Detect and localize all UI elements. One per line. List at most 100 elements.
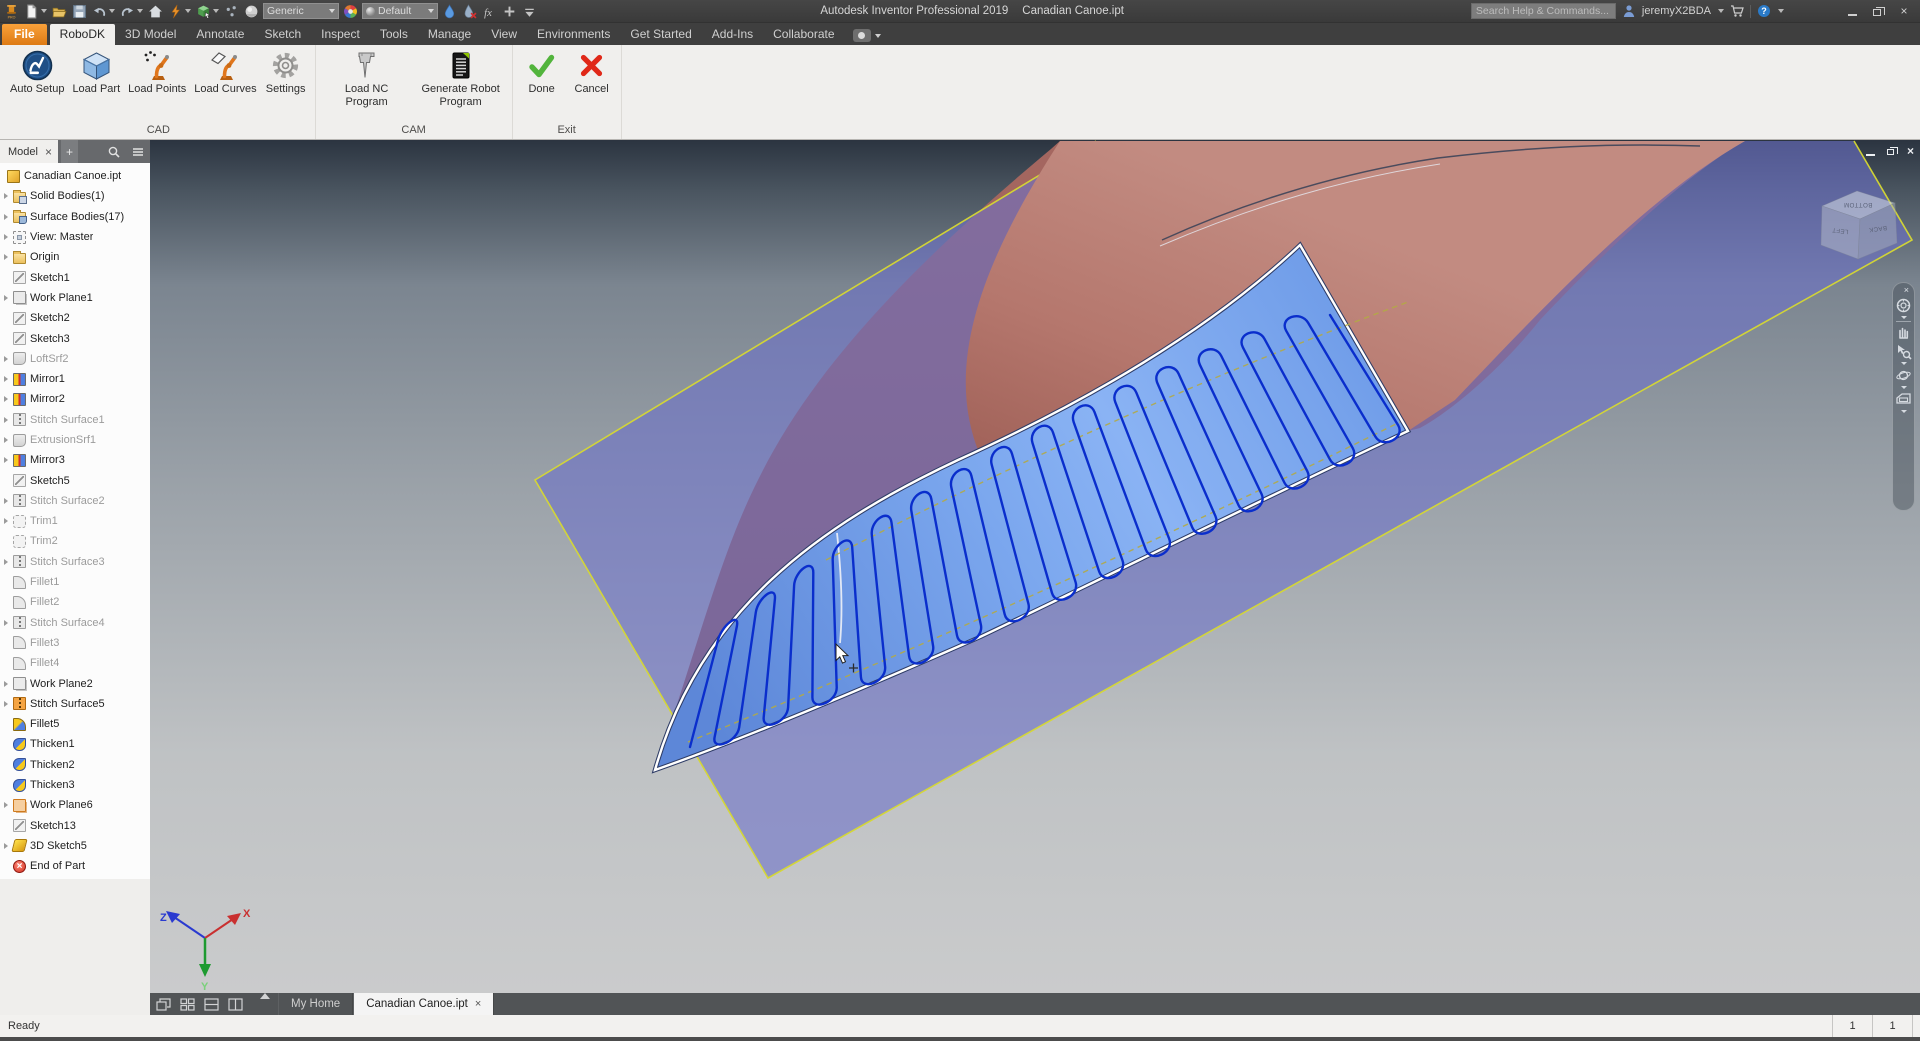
generate-robot-program-button[interactable]: Generate Robot Program	[414, 46, 508, 123]
browser-menu-icon[interactable]	[126, 140, 150, 163]
tree-item-sketch2[interactable]: Sketch2	[0, 308, 150, 328]
tree-item-work-plane6[interactable]: Work Plane6	[0, 795, 150, 815]
expand-icon[interactable]	[4, 376, 13, 382]
expand-icon[interactable]	[4, 457, 13, 463]
collapse-tab-bar-icon[interactable]	[260, 993, 270, 999]
expand-icon[interactable]	[4, 417, 13, 423]
doc-restore-button[interactable]	[1885, 147, 1896, 155]
browser-tab-model[interactable]: Model ×	[0, 140, 58, 163]
tree-item-stitch-surface4[interactable]: Stitch Surface4	[0, 613, 150, 633]
select-cube-icon[interactable]	[195, 3, 220, 20]
tree-item-stitch-surface3[interactable]: Stitch Surface3	[0, 552, 150, 572]
expand-icon[interactable]	[4, 681, 13, 687]
navbar-close-icon[interactable]: ×	[1904, 286, 1909, 295]
tile-horizontal-icon[interactable]	[204, 998, 219, 1011]
orbit-icon[interactable]	[1895, 367, 1912, 384]
ribbon-tab-robodk[interactable]: RoboDK	[50, 24, 115, 45]
navigation-wheel-icon[interactable]	[1895, 297, 1912, 314]
plus-icon[interactable]	[501, 3, 518, 20]
tile-grid-icon[interactable]	[180, 998, 195, 1011]
browser-add-tab-button[interactable]: +	[61, 140, 78, 163]
tree-item-sketch13[interactable]: Sketch13	[0, 816, 150, 836]
ribbon-tab-3d-model[interactable]: 3D Model	[115, 24, 186, 45]
load-nc-program-button[interactable]: Load NC Program	[320, 46, 414, 123]
doc-close-button[interactable]: ×	[1905, 145, 1916, 157]
tree-item-trim1[interactable]: Trim1	[0, 511, 150, 531]
tree-item-fillet4[interactable]: Fillet4	[0, 653, 150, 673]
save-icon[interactable]	[71, 3, 88, 20]
3d-viewport[interactable]: BOTTOM LEFT BACK Z X Y	[150, 140, 1920, 993]
drop-blue-icon[interactable]	[441, 3, 458, 20]
expand-icon[interactable]	[4, 295, 13, 301]
tree-item-sketch5[interactable]: Sketch5	[0, 470, 150, 490]
tree-item-work-plane1[interactable]: Work Plane1	[0, 288, 150, 308]
tree-item-solid-bodies-1[interactable]: Solid Bodies(1)	[0, 186, 150, 206]
ribbon-tab-view[interactable]: View	[481, 24, 527, 45]
inventor-logo-icon[interactable]	[3, 3, 20, 20]
expand-icon[interactable]	[4, 254, 13, 260]
undo-icon[interactable]	[91, 3, 116, 20]
tree-item-stitch-surface5[interactable]: Stitch Surface5	[0, 694, 150, 714]
zoom-icon[interactable]	[1895, 343, 1912, 360]
expand-icon[interactable]	[4, 498, 13, 504]
cancel-button[interactable]: Cancel	[567, 46, 617, 123]
ribbon-tab-annotate[interactable]: Annotate	[186, 24, 254, 45]
doc-minimize-button[interactable]	[1865, 147, 1876, 156]
expand-icon[interactable]	[4, 559, 13, 565]
tree-item-origin[interactable]: Origin	[0, 247, 150, 267]
color-wheel-icon[interactable]	[342, 3, 359, 20]
tree-item-thicken1[interactable]: Thicken1	[0, 734, 150, 754]
ribbon-tab-file[interactable]: File	[2, 24, 47, 45]
tree-item-loftsrf2[interactable]: LoftSrf2	[0, 349, 150, 369]
restore-button[interactable]	[1873, 7, 1885, 16]
tree-item-surface-bodies-17[interactable]: Surface Bodies(17)	[0, 207, 150, 227]
load-points-button[interactable]: Load Points	[124, 46, 190, 123]
user-menu-caret-icon[interactable]	[1718, 9, 1724, 13]
tree-item-canadian-canoe-ipt[interactable]: Canadian Canoe.ipt	[0, 166, 150, 186]
browser-search-icon[interactable]	[102, 140, 126, 163]
tree-item-3d-sketch5[interactable]: 3D Sketch5	[0, 836, 150, 856]
navbar-caret-icon[interactable]	[1901, 316, 1907, 319]
store-cart-icon[interactable]	[1730, 4, 1744, 18]
sphere-icon[interactable]	[243, 3, 260, 20]
home-icon[interactable]	[147, 3, 164, 20]
open-folder-icon[interactable]	[51, 3, 68, 20]
expand-icon[interactable]	[4, 620, 13, 626]
tree-item-sketch3[interactable]: Sketch3	[0, 328, 150, 348]
minimize-button[interactable]	[1848, 6, 1860, 16]
signed-in-user[interactable]: jeremyX2BDA	[1642, 5, 1711, 17]
document-tab-my-home[interactable]: My Home	[278, 993, 353, 1015]
tab-close-icon[interactable]: ×	[475, 998, 481, 1010]
help-icon[interactable]	[1757, 4, 1771, 18]
tree-item-thicken3[interactable]: Thicken3	[0, 775, 150, 795]
appearance-dropdown[interactable]: Default	[362, 3, 438, 19]
ribbon-tab-get-started[interactable]: Get Started	[620, 24, 701, 45]
tree-item-fillet5[interactable]: Fillet5	[0, 714, 150, 734]
customize-caret-icon[interactable]	[521, 3, 538, 20]
zoom-caret-icon[interactable]	[1901, 362, 1907, 365]
load-part-button[interactable]: Load Part	[68, 46, 124, 123]
tree-item-stitch-surface2[interactable]: Stitch Surface2	[0, 491, 150, 511]
drop-x-icon[interactable]	[461, 3, 478, 20]
material-dropdown[interactable]: Generic	[263, 3, 339, 19]
auto-setup-button[interactable]: Auto Setup	[6, 46, 68, 123]
tree-item-fillet1[interactable]: Fillet1	[0, 572, 150, 592]
tree-item-fillet3[interactable]: Fillet3	[0, 633, 150, 653]
tree-item-stitch-surface1[interactable]: Stitch Surface1	[0, 410, 150, 430]
cascade-icon[interactable]	[156, 998, 171, 1011]
cloud-services-button[interactable]	[853, 29, 881, 42]
expand-icon[interactable]	[4, 193, 13, 199]
update-bolt-icon[interactable]	[167, 3, 192, 20]
ribbon-tab-tools[interactable]: Tools	[370, 24, 418, 45]
tree-item-fillet2[interactable]: Fillet2	[0, 592, 150, 612]
expand-icon[interactable]	[4, 701, 13, 707]
lookat-caret-icon[interactable]	[1901, 410, 1907, 413]
done-button[interactable]: Done	[517, 46, 567, 123]
tree-item-mirror3[interactable]: Mirror3	[0, 450, 150, 470]
load-curves-button[interactable]: Load Curves	[190, 46, 260, 123]
tree-item-thicken2[interactable]: Thicken2	[0, 755, 150, 775]
tile-vertical-icon[interactable]	[228, 998, 243, 1011]
new-doc-icon[interactable]	[23, 3, 48, 20]
ribbon-tab-collaborate[interactable]: Collaborate	[763, 24, 844, 45]
tree-item-view-master[interactable]: View: Master	[0, 227, 150, 247]
